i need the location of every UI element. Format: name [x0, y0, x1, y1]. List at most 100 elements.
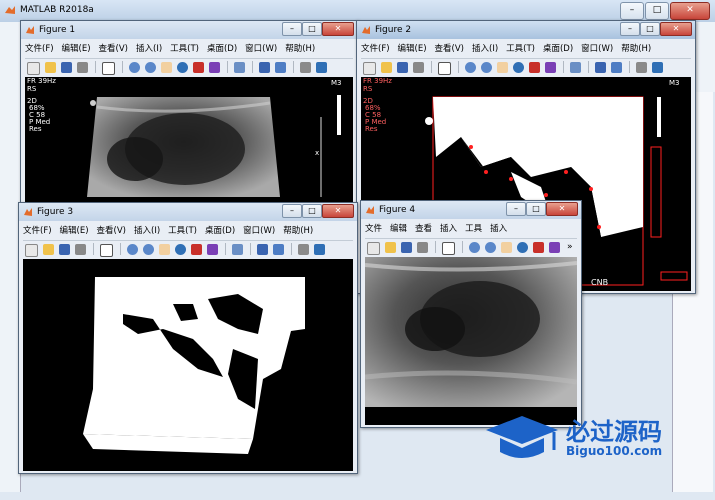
dock-icon[interactable]: [316, 62, 327, 73]
more-tools-button[interactable]: »: [567, 242, 573, 252]
link-icon[interactable]: [234, 62, 245, 73]
zoom-in-icon[interactable]: [465, 62, 476, 73]
figure-3-window[interactable]: Figure 3 – □ ✕ 文件(F) 编辑(E) 查看(V) 插入(I) 工具(T) 桌面…: [18, 202, 358, 474]
menu-insert[interactable]: 插入(I): [134, 224, 160, 239]
menu-view[interactable]: 查看(V): [435, 42, 464, 57]
dock-icon[interactable]: [314, 244, 325, 255]
maximize-button[interactable]: □: [526, 202, 546, 216]
menu-help[interactable]: 帮助(H): [283, 224, 313, 239]
dock-icon[interactable]: [652, 62, 663, 73]
menu-tools[interactable]: 工具(T): [170, 42, 199, 57]
main-maximize-button[interactable]: □: [645, 2, 669, 20]
figure-3-title-bar[interactable]: Figure 3 – □ ✕: [19, 203, 357, 221]
menu-tools[interactable]: 工具: [465, 222, 482, 237]
figure-4-window[interactable]: Figure 4 – □ ✕ 文件 编辑 查看 插入 工具 插入 »: [360, 200, 582, 428]
hide-tools-icon[interactable]: [300, 62, 311, 73]
menu-file[interactable]: 文件(F): [23, 224, 52, 239]
link-icon[interactable]: [232, 244, 243, 255]
save-icon[interactable]: [397, 62, 408, 73]
figure-4-title-bar[interactable]: Figure 4 – □ ✕: [361, 201, 581, 219]
figure-1-axes[interactable]: FR 39Hz RS 2D 68% C 58 P Med Res M3 x: [25, 77, 353, 205]
menu-help[interactable]: 帮助(H): [285, 42, 315, 57]
menu-view[interactable]: 查看(V): [99, 42, 128, 57]
close-button[interactable]: ✕: [660, 22, 692, 36]
menu-insert[interactable]: 插入: [440, 222, 457, 237]
pan-icon[interactable]: [497, 62, 508, 73]
minimize-button[interactable]: –: [282, 22, 302, 36]
open-icon[interactable]: [43, 244, 54, 255]
zoom-in-icon[interactable]: [129, 62, 140, 73]
pan-icon[interactable]: [161, 62, 172, 73]
maximize-button[interactable]: □: [302, 204, 322, 218]
data-cursor-icon[interactable]: [191, 244, 202, 255]
close-button[interactable]: ✕: [322, 204, 354, 218]
maximize-button[interactable]: □: [640, 22, 660, 36]
menu-edit[interactable]: 编辑(E): [62, 42, 91, 57]
menu-insert[interactable]: 插入(I): [136, 42, 162, 57]
brush-icon[interactable]: [545, 62, 556, 73]
menu-tools[interactable]: 工具(T): [506, 42, 535, 57]
colorbar-icon[interactable]: [595, 62, 606, 73]
print-icon[interactable]: [413, 62, 424, 73]
pan-icon[interactable]: [501, 242, 512, 253]
menu-desktop[interactable]: 桌面(D): [205, 224, 235, 239]
rotate-icon[interactable]: [517, 242, 528, 253]
menu-window[interactable]: 窗口(W): [243, 224, 275, 239]
print-icon[interactable]: [417, 242, 428, 253]
menu-file[interactable]: 文件(F): [361, 42, 390, 57]
open-icon[interactable]: [381, 62, 392, 73]
pointer-icon[interactable]: [438, 62, 451, 75]
menu-desktop[interactable]: 桌面(D): [207, 42, 237, 57]
close-button[interactable]: ✕: [546, 202, 578, 216]
data-cursor-icon[interactable]: [529, 62, 540, 73]
new-file-icon[interactable]: [363, 62, 376, 75]
new-file-icon[interactable]: [367, 242, 380, 255]
menu-edit[interactable]: 编辑: [390, 222, 407, 237]
print-icon[interactable]: [77, 62, 88, 73]
rotate-icon[interactable]: [175, 244, 186, 255]
menu-edit[interactable]: 编辑(E): [60, 224, 89, 239]
link-icon[interactable]: [570, 62, 581, 73]
legend-icon[interactable]: [273, 244, 284, 255]
figure-1-window[interactable]: Figure 1 – □ ✕ 文件(F) 编辑(E) 查看(V) 插入(I) 工具(T) 桌面…: [20, 20, 358, 208]
rotate-icon[interactable]: [513, 62, 524, 73]
brush-icon[interactable]: [549, 242, 560, 253]
zoom-out-icon[interactable]: [145, 62, 156, 73]
menu-desktop[interactable]: 桌面(D): [543, 42, 573, 57]
hide-tools-icon[interactable]: [636, 62, 647, 73]
main-minimize-button[interactable]: –: [620, 2, 644, 20]
menu-file[interactable]: 文件: [365, 222, 382, 237]
save-icon[interactable]: [59, 244, 70, 255]
zoom-out-icon[interactable]: [481, 62, 492, 73]
new-file-icon[interactable]: [25, 244, 38, 257]
pointer-icon[interactable]: [102, 62, 115, 75]
figure-3-axes[interactable]: [23, 259, 353, 471]
brush-icon[interactable]: [209, 62, 220, 73]
figure-1-title-bar[interactable]: Figure 1 – □ ✕: [21, 21, 357, 39]
new-file-icon[interactable]: [27, 62, 40, 75]
figure-2-title-bar[interactable]: Figure 2 – □ ✕: [357, 21, 695, 39]
menu-insert[interactable]: 插入(I): [472, 42, 498, 57]
maximize-button[interactable]: □: [302, 22, 322, 36]
minimize-button[interactable]: –: [506, 202, 526, 216]
menu-edit[interactable]: 编辑(E): [398, 42, 427, 57]
legend-icon[interactable]: [611, 62, 622, 73]
open-icon[interactable]: [385, 242, 396, 253]
menu-window[interactable]: 窗口(W): [581, 42, 613, 57]
figure-4-axes[interactable]: [365, 257, 577, 425]
menu-view[interactable]: 查看(V): [97, 224, 126, 239]
pointer-icon[interactable]: [100, 244, 113, 257]
main-close-button[interactable]: ✕: [670, 2, 710, 20]
close-button[interactable]: ✕: [322, 22, 354, 36]
minimize-button[interactable]: –: [282, 204, 302, 218]
menu-window[interactable]: 窗口(W): [245, 42, 277, 57]
minimize-button[interactable]: –: [620, 22, 640, 36]
zoom-out-icon[interactable]: [485, 242, 496, 253]
open-icon[interactable]: [45, 62, 56, 73]
data-cursor-icon[interactable]: [193, 62, 204, 73]
menu-help[interactable]: 帮助(H): [621, 42, 651, 57]
menu-file[interactable]: 文件(F): [25, 42, 54, 57]
rotate-icon[interactable]: [177, 62, 188, 73]
brush-icon[interactable]: [207, 244, 218, 255]
save-icon[interactable]: [61, 62, 72, 73]
